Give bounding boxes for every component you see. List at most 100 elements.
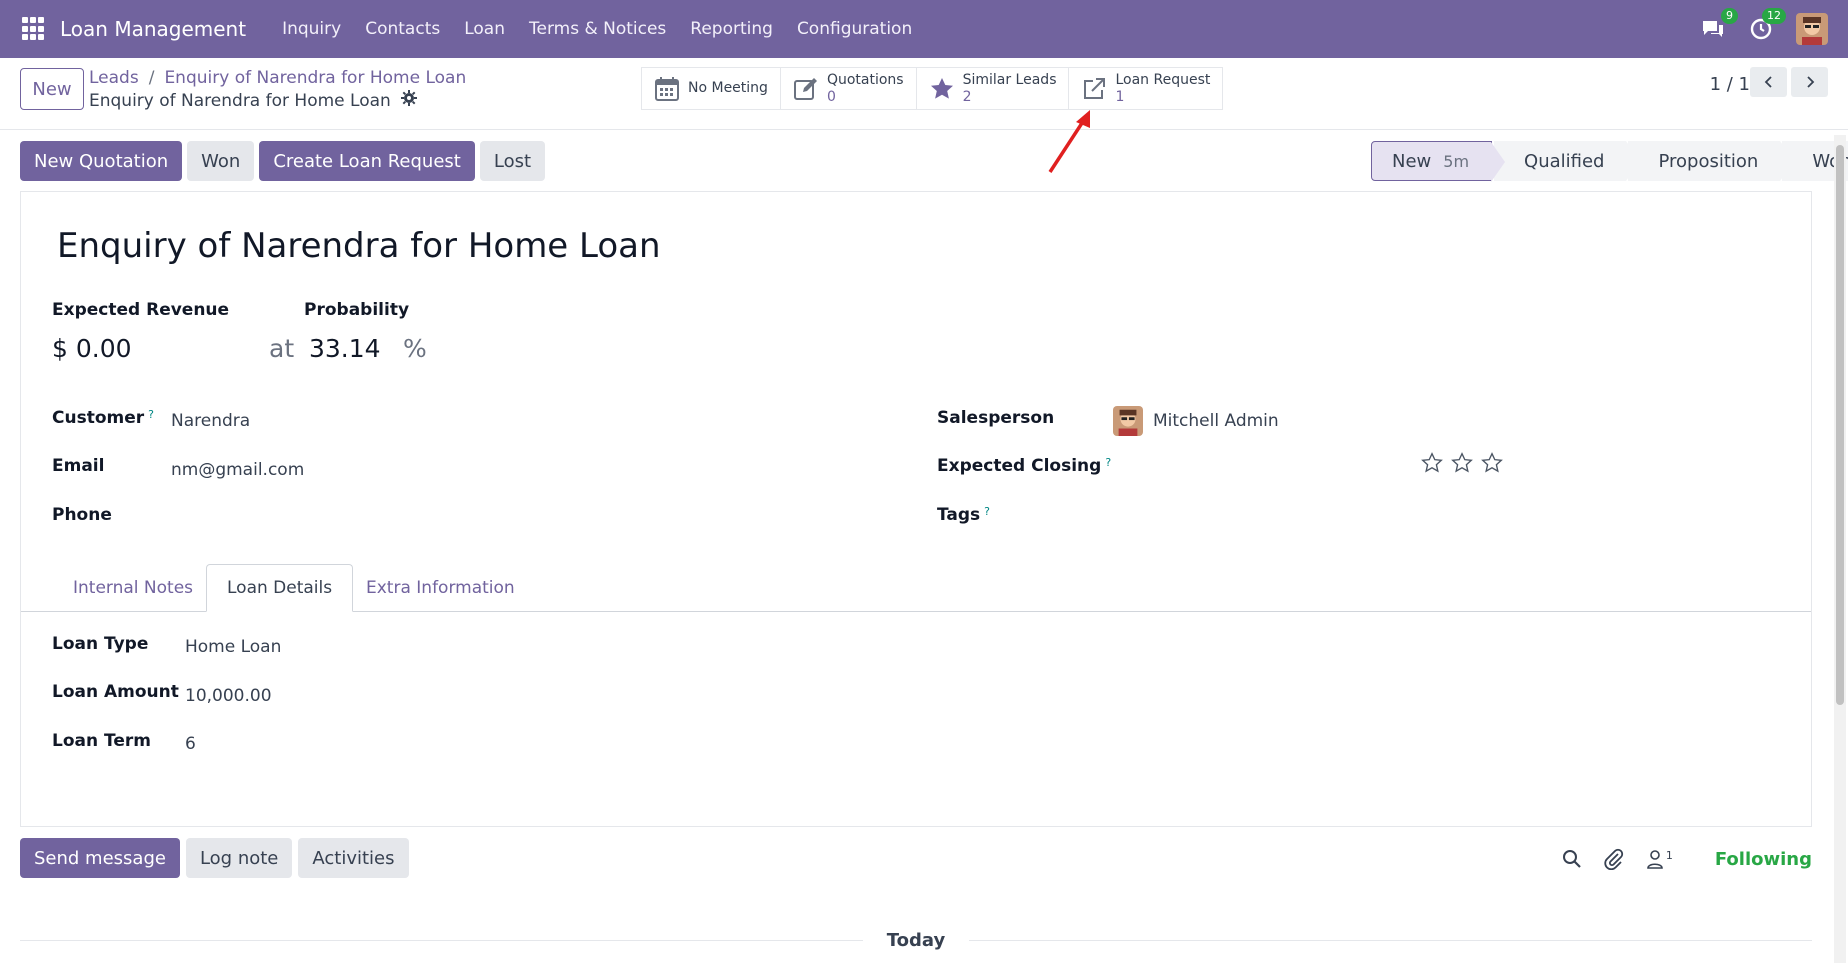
action-buttons: New Quotation Won Create Loan Request Lo… — [20, 141, 546, 181]
log-note-button[interactable]: Log note — [185, 838, 293, 878]
followers-count: 1 — [1665, 849, 1673, 862]
breadcrumb-leads[interactable]: Leads — [89, 68, 139, 88]
breadcrumb: Leads / Enquiry of Narendra for Home Loan — [89, 68, 467, 88]
priority-stars — [1421, 452, 1503, 474]
user-avatar[interactable] — [1796, 13, 1828, 45]
following-button[interactable]: Following — [1715, 849, 1812, 870]
stage-proposition[interactable]: Proposition — [1628, 141, 1795, 181]
star-outline-icon[interactable] — [1481, 452, 1503, 474]
today-separator: Today — [20, 928, 1812, 952]
user-icon — [1647, 850, 1663, 869]
activities-badge: 12 — [1762, 8, 1786, 24]
loan-request-count: 1 — [1115, 88, 1125, 105]
salesperson-avatar — [1113, 406, 1143, 436]
lead-title[interactable]: Enquiry of Narendra for Home Loan — [57, 226, 661, 266]
menu-loan[interactable]: Loan — [452, 19, 517, 39]
notebook-tabs: Internal Notes Loan Details Extra Inform… — [21, 564, 1811, 612]
page-scrollbar[interactable] — [1834, 135, 1846, 963]
similar-leads-count: 2 — [962, 88, 972, 105]
percent-sign: % — [403, 334, 427, 363]
main-menu: Inquiry Contacts Loan Terms & Notices Re… — [270, 19, 924, 39]
navbar-systray: 9 12 — [1700, 0, 1828, 58]
loan-term-value[interactable]: 6 — [185, 734, 196, 754]
top-navbar: Loan Management Inquiry Contacts Loan Te… — [0, 0, 1848, 58]
expected-closing-label-text: Expected Closing — [937, 456, 1102, 476]
send-message-button[interactable]: Send message — [20, 838, 180, 878]
smart-buttons: No Meeting Quotations 0 Similar Leads 2 Lo… — [641, 67, 1224, 110]
menu-terms-notices[interactable]: Terms & Notices — [517, 19, 678, 39]
activities-clock-icon[interactable]: 12 — [1748, 8, 1786, 42]
pager-value[interactable]: 1 / 1 — [1710, 74, 1750, 95]
lost-button[interactable]: Lost — [479, 141, 546, 181]
expected-closing-label: Expected Closing? — [937, 456, 1111, 476]
menu-configuration[interactable]: Configuration — [785, 19, 924, 39]
loan-request-button[interactable]: Loan Request 1 — [1069, 68, 1222, 109]
menu-inquiry[interactable]: Inquiry — [270, 19, 353, 39]
messages-icon[interactable]: 9 — [1700, 8, 1738, 42]
customer-help-icon[interactable]: ? — [148, 408, 154, 421]
quotations-count: 0 — [826, 88, 836, 105]
star-outline-icon[interactable] — [1421, 452, 1443, 474]
won-button[interactable]: Won — [187, 141, 255, 181]
no-meeting-button[interactable]: No Meeting — [642, 68, 781, 109]
customer-value[interactable]: Narendra — [171, 411, 250, 431]
expected-revenue-value[interactable]: $ 0.00 — [52, 334, 132, 363]
stage-new-age: 5m — [1443, 151, 1470, 171]
quotations-button[interactable]: Quotations 0 — [781, 68, 917, 109]
new-quotation-button[interactable]: New Quotation — [20, 141, 183, 181]
chatter-tools: 1 Following — [1562, 848, 1812, 870]
annotation-arrow-icon — [1048, 110, 1090, 173]
expected-closing-help-icon[interactable]: ? — [1105, 456, 1111, 469]
new-record-button[interactable]: New — [20, 68, 84, 110]
create-loan-request-button[interactable]: Create Loan Request — [259, 141, 475, 181]
loan-request-label: Loan Request — [1115, 71, 1211, 88]
chevron-right-icon — [1806, 76, 1814, 88]
email-value[interactable]: nm@gmail.com — [171, 460, 304, 480]
probability-label: Probability — [304, 300, 410, 320]
edit-icon — [793, 77, 817, 100]
breadcrumb-enquiry[interactable]: Enquiry of Narendra for Home Loan — [164, 68, 466, 88]
loan-amount-value[interactable]: 10,000.00 — [185, 686, 272, 706]
salesperson-value[interactable]: Mitchell Admin — [1153, 411, 1279, 431]
salesperson-label: Salesperson — [937, 408, 1055, 428]
loan-amount-label: Loan Amount — [52, 682, 179, 702]
similar-leads-button[interactable]: Similar Leads 2 — [917, 68, 1070, 109]
form-sheet: Enquiry of Narendra for Home Loan Expect… — [20, 191, 1812, 827]
phone-label: Phone — [52, 505, 112, 525]
external-link-icon — [1084, 77, 1106, 99]
pager-previous-button[interactable] — [1750, 67, 1787, 97]
star-icon — [930, 77, 953, 99]
quotations-label: Quotations — [826, 71, 904, 88]
customer-label: Customer? — [52, 408, 154, 428]
tab-internal-notes[interactable]: Internal Notes — [53, 564, 213, 612]
menu-contacts[interactable]: Contacts — [353, 19, 452, 39]
stage-qualified-label: Qualified — [1524, 150, 1605, 172]
tags-label: Tags? — [937, 505, 990, 525]
stage-new[interactable]: New 5m — [1371, 141, 1506, 182]
followers-widget[interactable]: 1 — [1646, 849, 1673, 869]
chevron-left-icon — [1764, 76, 1772, 88]
gear-icon[interactable] — [400, 90, 417, 111]
menu-reporting[interactable]: Reporting — [678, 19, 785, 39]
star-outline-icon[interactable] — [1451, 452, 1473, 474]
expected-revenue-label: Expected Revenue — [52, 300, 230, 320]
activities-button[interactable]: Activities — [298, 838, 409, 878]
tab-extra-information[interactable]: Extra Information — [346, 564, 535, 612]
customer-label-text: Customer — [52, 408, 145, 428]
probability-value[interactable]: 33.14 — [309, 334, 381, 363]
pager-next-button[interactable] — [1791, 67, 1828, 97]
loan-type-label: Loan Type — [52, 634, 149, 654]
calendar-icon — [655, 76, 679, 101]
search-icon[interactable] — [1562, 849, 1582, 869]
paperclip-icon[interactable] — [1604, 848, 1624, 870]
loan-type-value[interactable]: Home Loan — [185, 637, 281, 657]
tab-loan-details[interactable]: Loan Details — [206, 564, 354, 612]
control-panel: New Leads / Enquiry of Narendra for Home L… — [0, 58, 1848, 130]
scrollbar-thumb[interactable] — [1836, 145, 1844, 705]
at-label: at — [269, 334, 295, 363]
stage-qualified[interactable]: Qualified — [1494, 141, 1641, 181]
tags-help-icon[interactable]: ? — [984, 505, 990, 518]
chatter-buttons: Send message Log note Activities — [20, 838, 409, 878]
apps-grid-icon[interactable] — [22, 17, 46, 41]
app-title[interactable]: Loan Management — [60, 17, 246, 41]
